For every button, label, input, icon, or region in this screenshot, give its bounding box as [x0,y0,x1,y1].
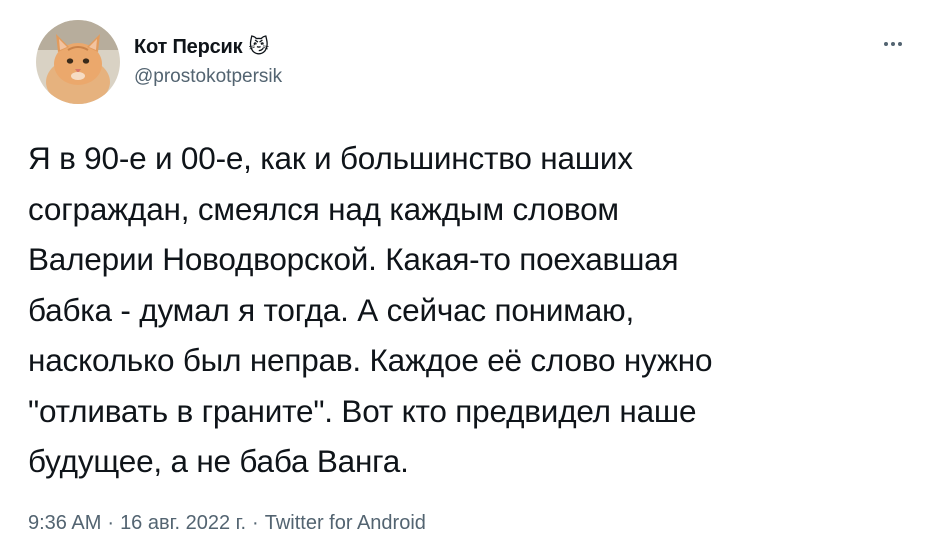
more-horizontal-icon[interactable] [878,34,908,54]
author-avatar[interactable] [36,20,120,104]
tweet-time[interactable]: 9:36 AM [28,512,101,535]
author-info: Кот Персик 😼 @prostokotpersik [134,34,282,88]
tweet-meta: 9:36 AM · 16 авг. 2022 г. · Twitter for … [28,512,426,535]
tweet-source[interactable]: Twitter for Android [265,512,426,535]
more-dot [884,42,888,46]
more-dot [898,42,902,46]
meta-separator: · [107,512,115,534]
tweet-text: Я в 90-е и 00-е, как и большинство наших… [28,140,713,479]
author-display-name[interactable]: Кот Персик [134,36,243,59]
display-name-row: Кот Персик 😼 [134,34,282,60]
meta-separator: · [252,512,259,534]
tweet-date[interactable]: 16 авг. 2022 г. [120,512,246,535]
tweet-card: Кот Персик 😼 @prostokotpersik Я в 90-е и… [0,0,938,552]
orange-cat-avatar-icon [36,20,120,104]
more-dot [891,42,895,46]
cat-emoji-icon: 😼 [248,36,270,58]
author-handle[interactable]: @prostokotpersik [134,66,282,88]
